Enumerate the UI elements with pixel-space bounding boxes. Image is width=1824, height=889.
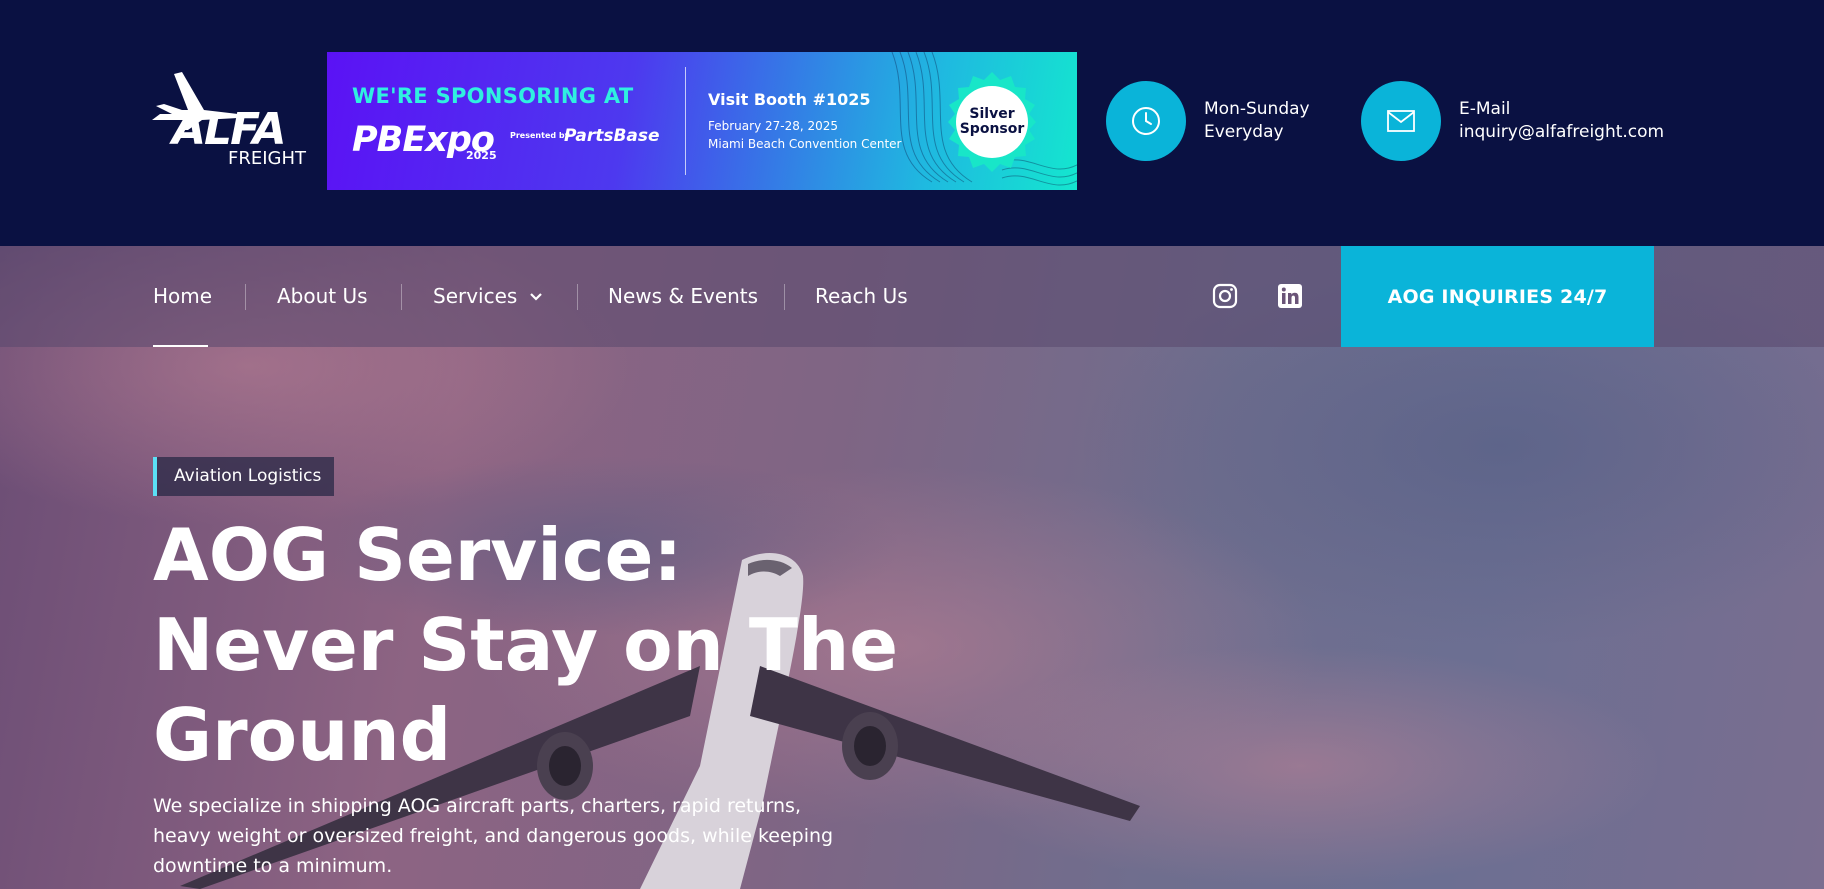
linkedin-icon[interactable] bbox=[1276, 282, 1304, 310]
banner-headline: WE'RE SPONSORING AT bbox=[352, 84, 634, 108]
badge-line2: Sponsor bbox=[959, 121, 1025, 137]
silver-sponsor-badge: Silver Sponsor bbox=[940, 70, 1044, 174]
sponsor-banner[interactable]: WE'RE SPONSORING AT PBExpo 2025 Presente… bbox=[327, 52, 1077, 190]
category-tag: Aviation Logistics bbox=[153, 457, 335, 496]
headline-line-3: Ground bbox=[153, 693, 452, 777]
nav-item-home[interactable]: Home bbox=[153, 246, 212, 347]
presenter-logo: PartsBase bbox=[564, 126, 660, 146]
nav-item-services-label: Services bbox=[433, 284, 518, 308]
nav-divider bbox=[401, 284, 402, 310]
hero-description: We specialize in shipping AOG aircraft p… bbox=[153, 795, 834, 877]
logo-subtext: FREIGHT bbox=[228, 148, 307, 169]
contact-hours: Mon-Sunday Everyday bbox=[1106, 81, 1310, 161]
nav-divider bbox=[784, 284, 785, 310]
event-dates: February 27-28, 2025 bbox=[708, 119, 839, 133]
booth-label: Visit Booth #1025 bbox=[708, 90, 871, 109]
email-label: E-Mail bbox=[1459, 99, 1511, 119]
chevron-down-icon bbox=[529, 293, 542, 301]
event-venue: Miami Beach Convention Center bbox=[708, 137, 902, 151]
nav-item-about-us[interactable]: About Us bbox=[277, 246, 368, 347]
nav-divider bbox=[577, 284, 578, 310]
nav-item-news-events[interactable]: News & Events bbox=[608, 246, 758, 347]
company-logo[interactable]: ALFA FREIGHT bbox=[152, 70, 307, 170]
nav-item-services[interactable]: Services bbox=[433, 246, 544, 347]
headline-line-2: Never Stay on The bbox=[153, 603, 899, 687]
badge-line1: Silver bbox=[969, 106, 1015, 122]
clock-icon bbox=[1106, 81, 1186, 161]
event-year: 2025 bbox=[466, 149, 497, 162]
hours-value: Everyday bbox=[1204, 122, 1284, 142]
contact-email[interactable]: E-Mail inquiry@alfafreight.com bbox=[1361, 81, 1664, 161]
banner-divider bbox=[685, 67, 686, 175]
nav-active-indicator bbox=[153, 345, 208, 347]
hours-label: Mon-Sunday bbox=[1204, 99, 1310, 119]
aog-inquiries-button[interactable]: AOG INQUIRIES 24/7 bbox=[1341, 246, 1654, 347]
mail-icon bbox=[1361, 81, 1441, 161]
hero-headline: AOG Service: Never Stay on The Ground bbox=[153, 510, 913, 780]
nav-item-reach-us[interactable]: Reach Us bbox=[815, 246, 908, 347]
headline-line-1: AOG Service: bbox=[153, 513, 683, 597]
email-link[interactable]: inquiry@alfafreight.com bbox=[1459, 121, 1664, 144]
badge-label: Silver Sponsor bbox=[956, 86, 1028, 158]
instagram-icon[interactable] bbox=[1211, 282, 1239, 310]
nav-divider bbox=[245, 284, 246, 310]
presented-by-label: Presented by bbox=[510, 131, 570, 140]
